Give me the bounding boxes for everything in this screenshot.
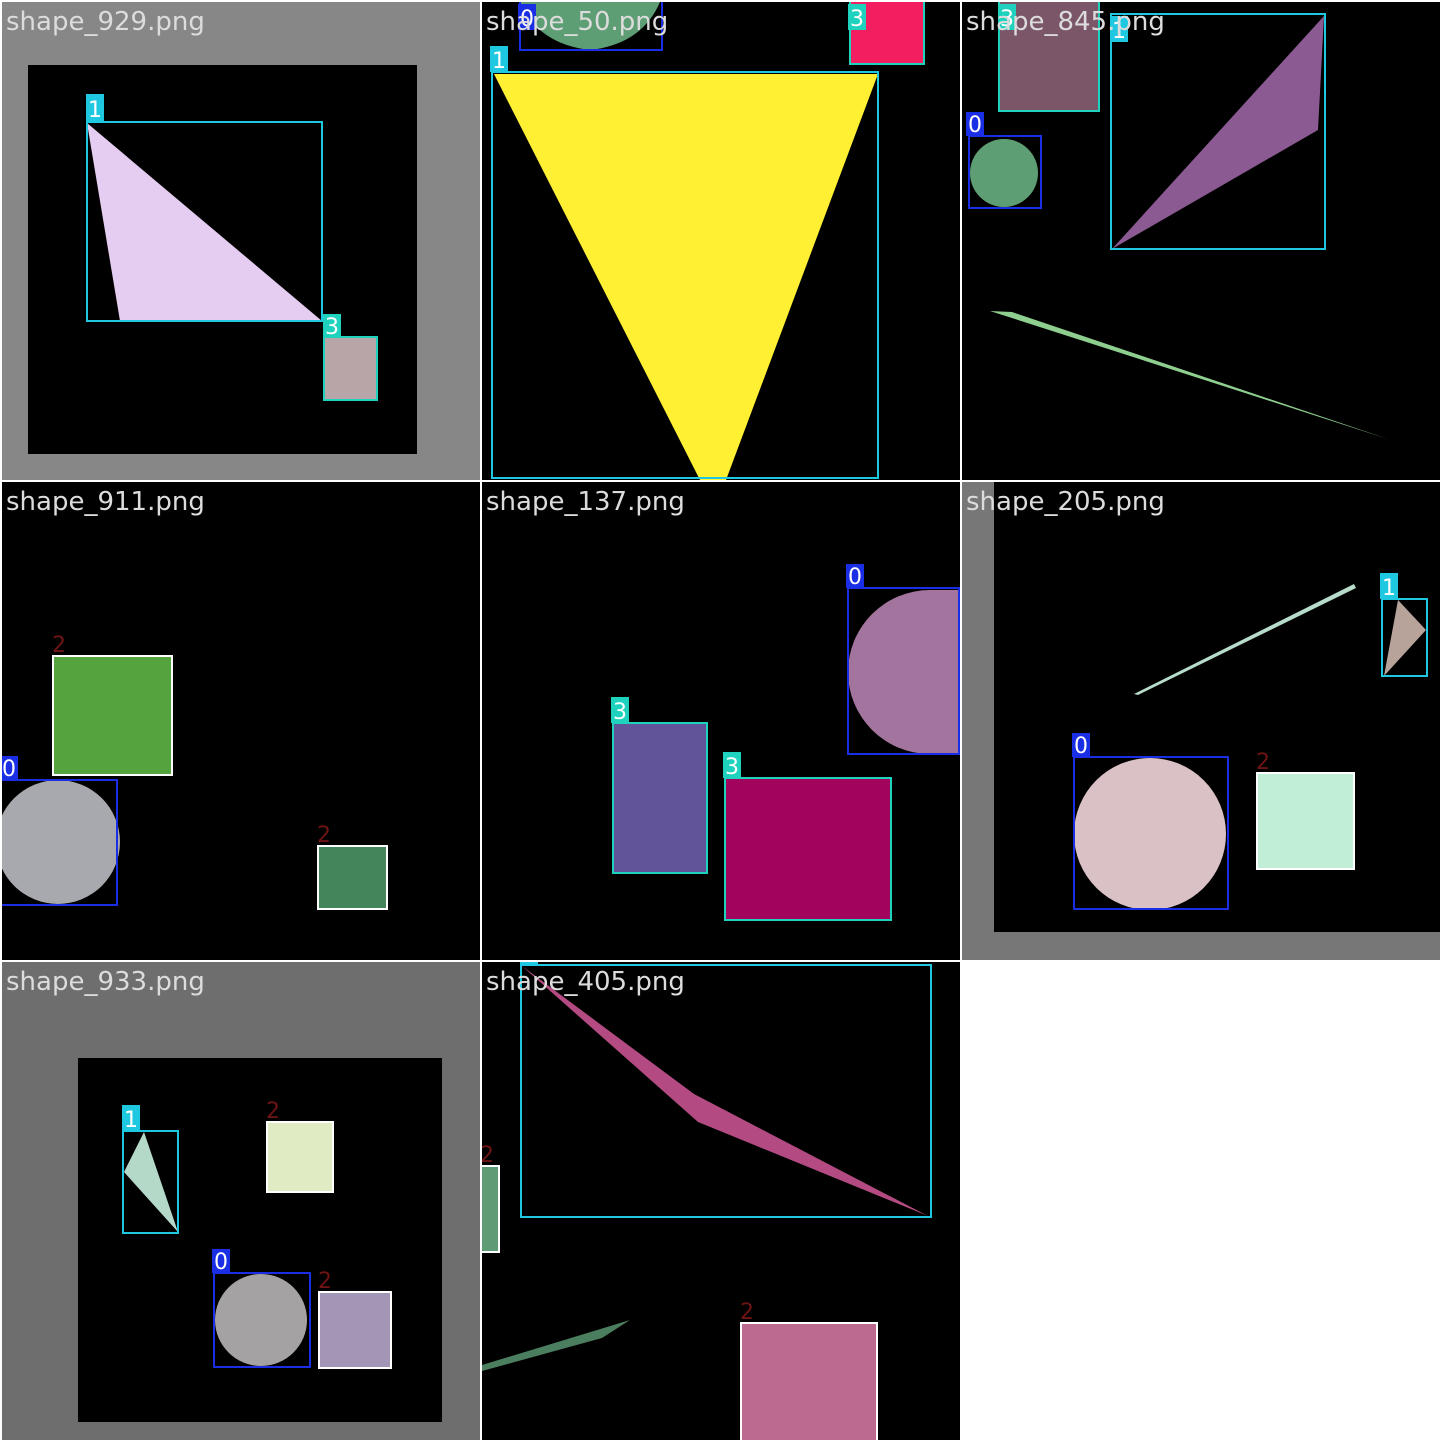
tile-shape-929[interactable]: 1 3 shape_929.png [2,2,480,480]
triangle-shape [1112,16,1324,249]
square-shape [54,657,172,774]
bbox-label: 2 [52,633,66,658]
tile-shape-911[interactable]: 2 0 2 shape_911.png [2,482,480,960]
square-shape [742,1324,876,1440]
triangle-shape [990,311,1388,439]
square-shape [482,1167,498,1251]
square-shape [614,724,706,872]
square-shape [268,1123,332,1191]
bbox-label: 2 [318,1269,332,1294]
circle-shape [215,1274,307,1366]
bbox-label: 1 [522,962,536,966]
bbox-label: 3 [613,700,627,725]
empty-cell [962,962,1440,1440]
tile-canvas: 0 3 1 [490,2,925,480]
bbox-label: 2 [1256,750,1270,775]
bbox-label: 0 [520,7,534,32]
tile-canvas: 1 0 2 [962,482,1440,960]
bbox-label: 0 [2,757,16,782]
triangle-shape [522,966,928,1216]
bbox-label: 2 [266,1099,280,1124]
square-shape [1258,774,1353,868]
bbox-label: 1 [1382,576,1396,601]
triangle-shape [494,74,878,480]
bbox-label: 0 [968,113,982,138]
bbox-label: 2 [740,1300,754,1325]
bbox-label: 1 [492,49,506,74]
circle-shape [970,139,1038,207]
bbox-label: 1 [124,1108,138,1133]
square-shape [319,847,387,909]
tile-canvas: 1 3 [2,2,480,480]
tile-shape-405[interactable]: 1 2 2 shape_405.png [482,962,960,1440]
circle-shape [520,2,660,50]
bbox-label: 3 [850,7,864,32]
bbox-label: 3 [1000,7,1014,32]
bbox-label: 3 [325,315,339,340]
bbox-label: 0 [848,565,862,590]
tile-canvas: 2 0 2 [2,633,388,910]
bbox-label: 1 [88,98,102,123]
square-shape [726,779,890,920]
bbox-class-1 [520,964,932,1218]
bbox-label: 2 [482,1143,494,1168]
tile-shape-845[interactable]: 3 0 1 shape_845.png [962,2,1440,480]
tile-canvas: 0 3 3 [611,564,960,921]
tile-shape-137[interactable]: 0 3 3 shape_137.png [482,482,960,960]
bbox-label: 0 [1074,734,1088,759]
mosaic-grid: 1 3 shape_929.png 0 3 1 shape_50.png 3 0… [0,0,1440,1440]
tile-canvas: 1 2 0 2 [2,962,480,1440]
bbox-label: 0 [214,1250,228,1275]
circle-shape [848,590,960,754]
triangle-shape [482,1320,630,1371]
circle-shape [2,780,120,904]
tile-shape-205[interactable]: 1 0 2 shape_205.png [962,482,1440,960]
bbox-label: 1 [1112,19,1126,44]
tile-canvas: 1 2 2 [482,962,932,1440]
bbox-label: 3 [725,755,739,780]
bbox-label: 2 [317,823,331,848]
square-shape [325,338,377,400]
circle-shape [1074,758,1226,910]
tile-shape-933[interactable]: 1 2 0 2 shape_933.png [2,962,480,1440]
tile-shape-50[interactable]: 0 3 1 shape_50.png [482,2,960,480]
square-shape [320,1293,390,1367]
tile-canvas: 3 0 1 [966,2,1388,439]
